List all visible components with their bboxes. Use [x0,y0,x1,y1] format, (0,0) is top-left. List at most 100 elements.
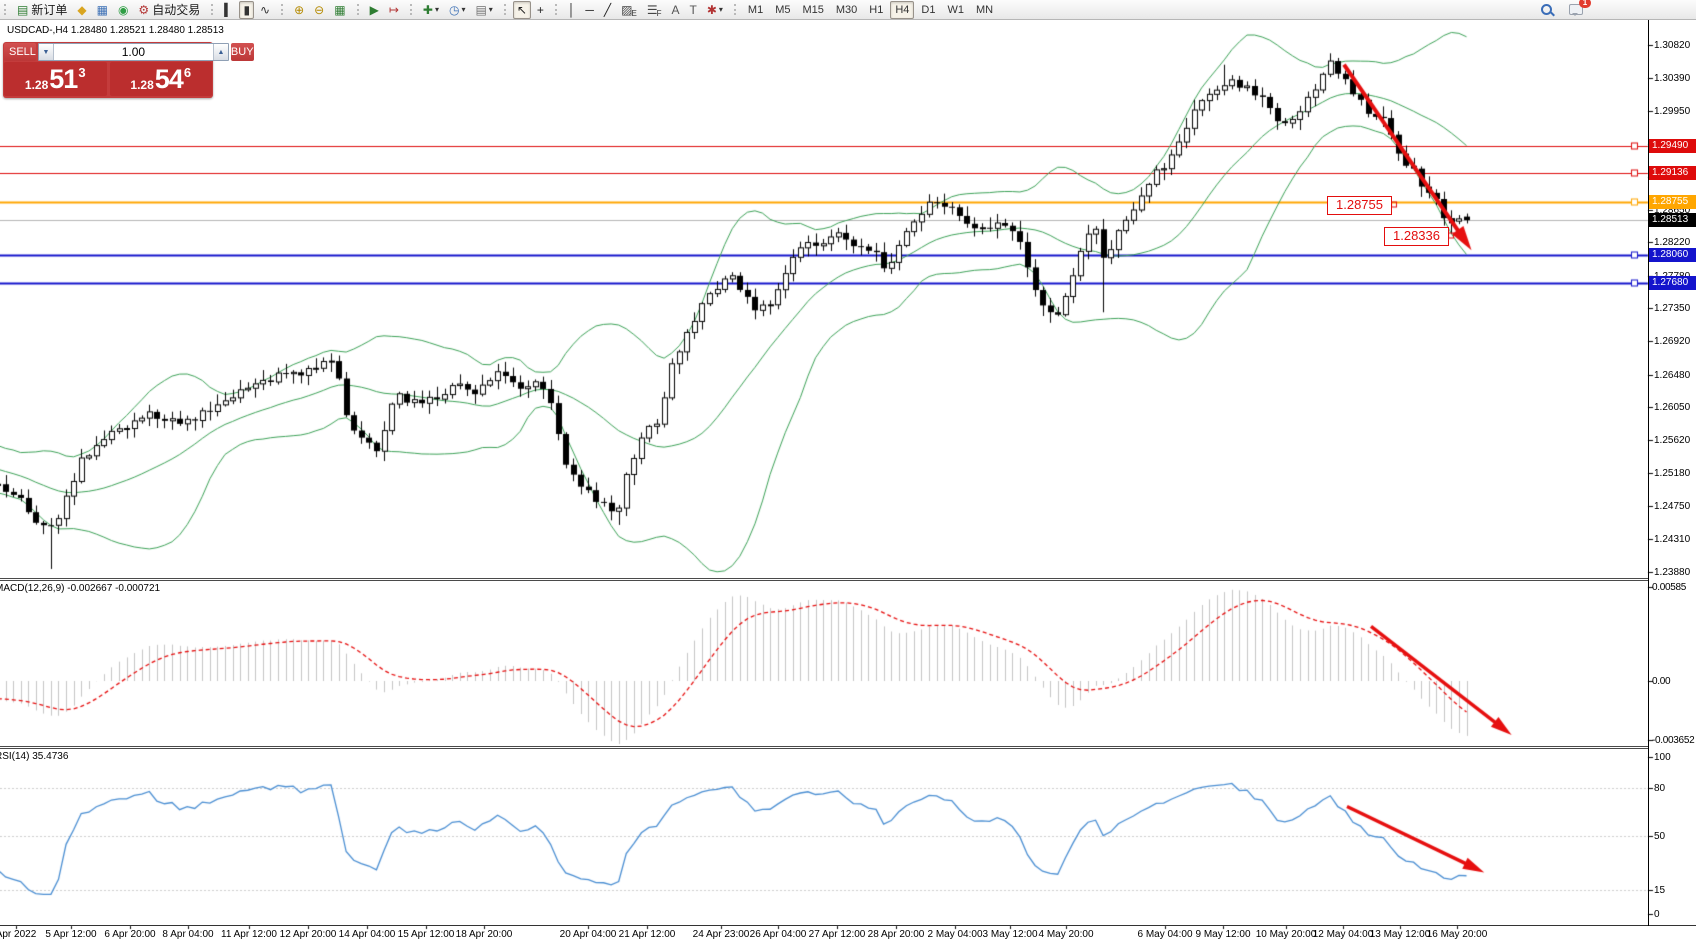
arrow-objects-icon: ✱ [707,3,717,17]
toolbar-grip [4,4,8,15]
text-button[interactable]: A [667,1,683,19]
trendline-icon: ╱ [604,3,611,17]
sell-button[interactable]: SELL [4,43,36,61]
auto-scroll-button[interactable]: ▶ [366,1,383,19]
panel-separator [0,580,1648,581]
notification-badge: 1 [1579,0,1591,8]
timeframe-m5-button[interactable]: M5 [770,1,795,19]
indicators-icon: ✚ [423,3,433,17]
tile-windows-button[interactable]: ▦ [330,1,349,19]
notifications-button[interactable]: 1 [1565,1,1587,19]
cursor-button[interactable]: ↖ [513,1,531,19]
chevron-down-icon: ▾ [719,5,723,14]
timeframe-mn-button[interactable]: MN [971,1,998,19]
templates-button[interactable]: ▤▾ [471,1,496,19]
buy-price-display[interactable]: 1.28546 [110,62,213,96]
toolbar-grip [555,4,559,15]
line-chart-button[interactable]: ∿ [256,1,274,19]
cursor-icon: ↖ [517,3,527,17]
zoom-group: ⊕ ⊖ ▦ [277,0,352,19]
autotrading-button[interactable]: ⚙自动交易 [134,1,204,19]
panel-separator[interactable] [0,578,1648,579]
zoom-in-icon: ⊕ [294,3,304,17]
objects-group: │ ─ ╱ ▨E☰FAT ✱▾ [551,0,730,19]
fibonacci-button[interactable]: ☰F [643,1,666,19]
sell-price-display[interactable]: 1.28513 [4,62,107,96]
chart-shift-button[interactable]: ↦ [385,1,403,19]
chart-shift-icon: ↦ [389,3,399,17]
chevron-down-icon: ▾ [435,5,439,14]
volume-stepper: ▼ ▲ [38,43,229,61]
timeframe-h1-button[interactable]: H1 [864,1,888,19]
new-order-button[interactable]: ▤新订单 [13,1,71,19]
chart-type-group: ▍▮∿ [207,0,277,19]
autotrading-icon: ⚙ [138,3,149,17]
volume-input[interactable] [54,44,213,60]
price-annotation-box[interactable]: 1.28755 [1327,196,1392,215]
toolbar-grip [410,4,414,15]
crosshair-button[interactable]: + [533,1,548,19]
search-button[interactable] [1537,1,1556,19]
panel-separator [0,748,1648,749]
volume-decrease-button[interactable]: ▼ [39,44,54,60]
zoom-out-button[interactable]: ⊖ [310,1,328,19]
volume-increase-button[interactable]: ▲ [213,44,228,60]
periods-icon: ◷ [449,3,459,17]
timeframe-w1-button[interactable]: W1 [942,1,969,19]
time-axis-frame [0,925,1696,926]
candlestick-button[interactable]: ▮ [239,1,254,19]
sell-price-pip: 3 [78,65,85,80]
metaeditor-button[interactable]: ◆ [73,1,90,19]
search-icon [1541,4,1552,15]
crosshair-icon: + [537,3,544,17]
chevron-down-icon: ▾ [461,5,465,14]
buy-price-prefix: 1.28 [130,78,153,92]
toolbar-grip [281,4,285,15]
equidistant-channel-button[interactable]: ▨E [617,1,641,19]
text-label-icon: T [690,3,697,17]
periods-button[interactable]: ◷▾ [445,1,470,19]
vertical-line-button[interactable]: │ [564,1,580,19]
templates-icon: ▤ [475,3,486,17]
text-label-button[interactable]: T [686,1,701,19]
chart-canvas[interactable] [0,0,1696,942]
auto-scroll-icon: ▶ [370,3,379,17]
market-watch-button[interactable]: ▦ [93,1,112,19]
autotrading-button-label: 自动交易 [152,1,200,18]
vertical-line-icon: │ [568,3,576,17]
market-watch-icon: ▦ [97,3,108,17]
chevron-down-icon: ▾ [489,5,493,14]
horizontal-line-icon: ─ [585,3,594,17]
buy-price-pip: 6 [184,65,191,80]
trade-group: ▤新订单◆▦◉⚙自动交易 [0,0,207,19]
panel-separator[interactable] [0,746,1648,747]
timeframe-d1-button[interactable]: D1 [916,1,940,19]
timeframe-m1-button[interactable]: M1 [743,1,768,19]
main-toolbar: ▤新订单◆▦◉⚙自动交易▍▮∿⊕⊖▦▶↦✚▾◷▾▤▾↖+│─╱▨E☰FAT✱▾M… [0,0,1696,20]
indicators-button[interactable]: ✚▾ [419,1,443,19]
toolbar-grip [504,4,508,15]
sell-price-prefix: 1.28 [25,78,48,92]
timeframe-m30-button[interactable]: M30 [831,1,862,19]
buy-price-big: 54 [155,66,183,93]
new-order-button-label: 新订单 [31,1,67,18]
zoom-in-button[interactable]: ⊕ [290,1,308,19]
bar-chart-button[interactable]: ▍ [220,1,237,19]
cursor-group: ↖+ [500,0,551,19]
toolbar-groups: ▤新订单◆▦◉⚙自动交易▍▮∿⊕⊖▦▶↦✚▾◷▾▤▾↖+│─╱▨E☰FAT✱▾M… [0,0,1001,19]
tile-windows-icon: ▦ [334,3,345,17]
toolbar-grip [357,4,361,15]
timeframe-m15-button[interactable]: M15 [797,1,828,19]
arrow-objects-button[interactable]: ✱▾ [703,1,727,19]
zoom-out-icon: ⊖ [314,3,324,17]
toolbar-grip [734,4,738,15]
price-annotation-box[interactable]: 1.28336 [1384,227,1449,246]
trendline-button[interactable]: ╱ [600,1,615,19]
timeframes-group: M1M5M15M30H1H4D1W1MN [730,0,1001,19]
new-order-icon: ▤ [17,3,28,17]
timeframe-h4-button[interactable]: H4 [890,1,914,19]
toolbar-grip [211,4,215,15]
signals-button[interactable]: ◉ [114,1,132,19]
buy-button[interactable]: BUY [231,43,254,61]
horizontal-line-button[interactable]: ─ [581,1,598,19]
